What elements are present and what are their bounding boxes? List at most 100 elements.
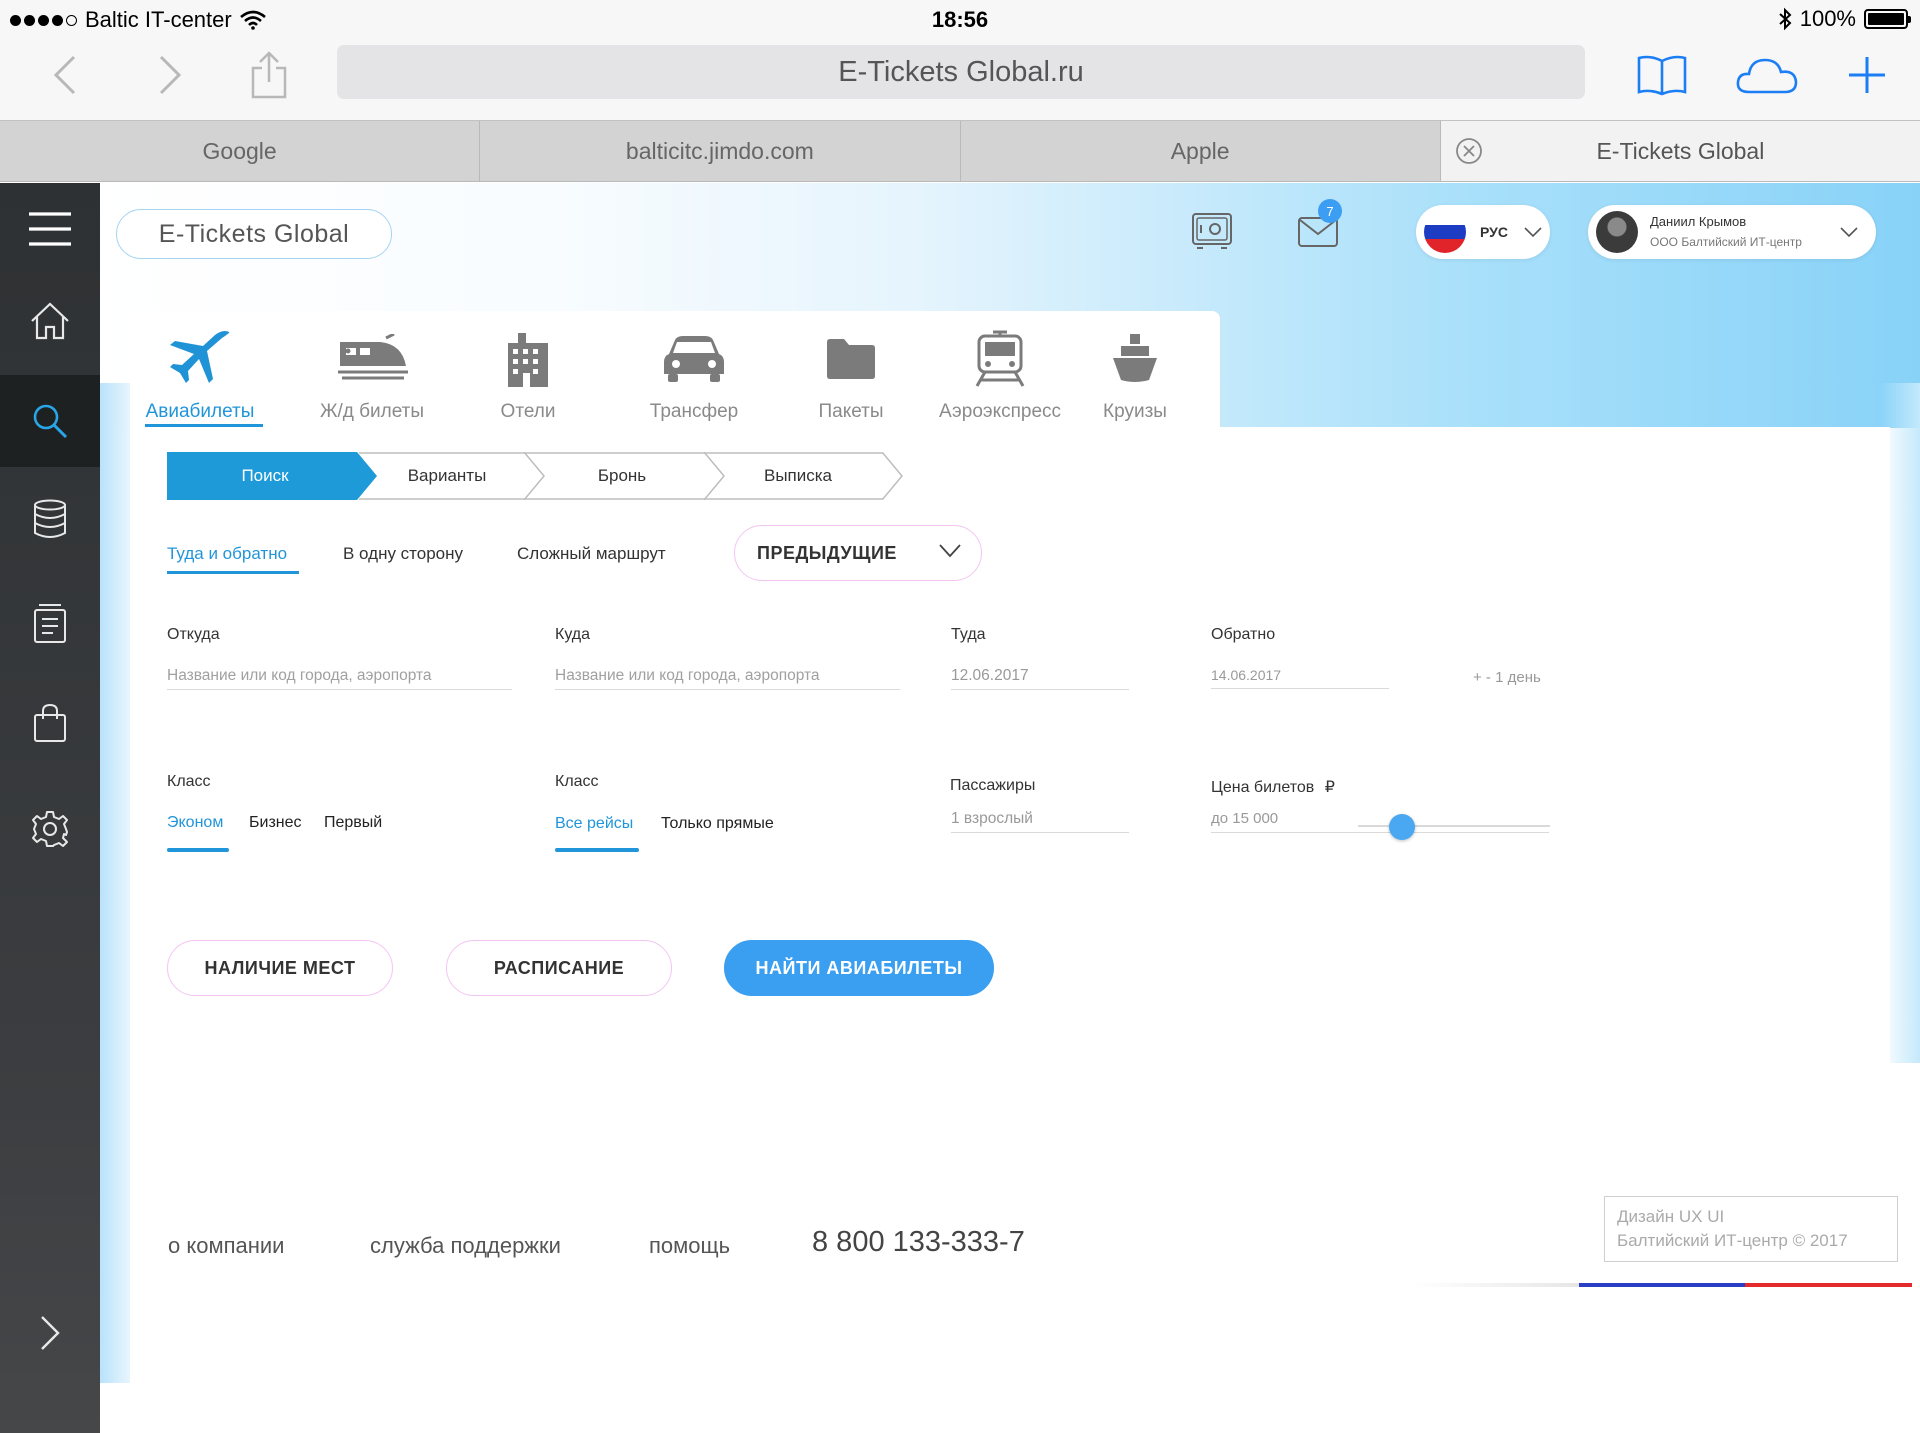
previous-searches-dropdown[interactable]: ПРЕДЫДУЩИЕ [734, 525, 982, 581]
shopping-bag-icon [34, 703, 66, 742]
price-slider-handle[interactable] [1389, 814, 1416, 840]
category-tabs: Авиабилеты Ж/д билеты Отели Трансфер Пак… [130, 311, 1220, 431]
trip-round[interactable]: Туда и обратно [167, 544, 287, 564]
menu-icon [29, 212, 71, 246]
messages-badge: 7 [1318, 199, 1342, 223]
wifi-icon [239, 10, 266, 30]
close-tab-icon[interactable] [1455, 137, 1483, 165]
footer-link-about[interactable]: о компании [168, 1233, 284, 1259]
tab-packages[interactable]: Пакеты [796, 311, 906, 431]
class-first[interactable]: Первый [324, 814, 382, 832]
schedule-button[interactable]: РАСПИСАНИЕ [446, 940, 672, 996]
new-tab-button[interactable] [1842, 40, 1892, 110]
price-slider-track[interactable] [1358, 825, 1550, 827]
availability-button[interactable]: НАЛИЧИЕ МЕСТ [167, 940, 393, 996]
carrier-name: Baltic IT-center [85, 7, 232, 32]
logo[interactable]: E-Tickets Global [116, 209, 392, 259]
flights-all[interactable]: Все рейсы [555, 815, 633, 833]
wallet-button[interactable] [1188, 207, 1236, 255]
user-organization: ООО Балтийский ИТ-центр [1650, 235, 1802, 249]
back-button[interactable] [40, 40, 90, 110]
flights-direct[interactable]: Только прямые [661, 815, 774, 833]
tab-aeroexpress[interactable]: Аэроэкспресс [930, 311, 1070, 431]
tab-hotels[interactable]: Отели [468, 311, 588, 431]
passengers-label: Пассажиры [950, 777, 1036, 794]
flex-days-toggle[interactable]: + - 1 день [1473, 669, 1541, 686]
depart-date-input[interactable] [951, 654, 1129, 690]
language-selector[interactable]: РУС [1416, 205, 1550, 259]
browser-tab[interactable]: Google [0, 121, 481, 181]
return-date-input[interactable] [1211, 653, 1389, 689]
class-business[interactable]: Бизнес [249, 814, 302, 832]
depart-label: Туда [951, 626, 986, 643]
browser-tabs: Google balticitc.jimdo.com Apple E-Ticke… [0, 120, 1920, 182]
tab-cruises[interactable]: Круизы [1090, 311, 1180, 431]
trip-one-way[interactable]: В одну сторону [343, 544, 463, 564]
from-label: Откуда [167, 626, 220, 643]
class-label: Класс [167, 773, 211, 790]
tab-avia[interactable]: Авиабилеты [130, 311, 270, 431]
documents-icon [34, 604, 66, 643]
sidebar-item-database[interactable] [0, 473, 100, 565]
icloud-tabs-button[interactable] [1734, 40, 1800, 110]
address-bar[interactable]: E-Tickets Global.ru [337, 45, 1585, 99]
sidebar-item-search[interactable] [0, 375, 100, 467]
chevron-down-icon [939, 544, 961, 558]
sidebar-item-settings[interactable] [0, 783, 100, 875]
footer-link-help[interactable]: помощь [649, 1233, 730, 1259]
russia-flag-icon [1424, 211, 1466, 253]
step-variants[interactable]: Варианты [363, 452, 531, 500]
from-input[interactable] [167, 654, 512, 690]
chevron-down-icon [1840, 227, 1858, 238]
forward-button[interactable] [145, 40, 195, 110]
hotel-icon [508, 333, 548, 387]
sidebar-item-orders[interactable] [0, 577, 100, 669]
train-icon [338, 334, 408, 380]
car-icon [664, 336, 724, 382]
language-code: РУС [1480, 224, 1508, 240]
signal-icon [10, 14, 77, 26]
browser-toolbar: E-Tickets Global.ru [0, 40, 1920, 120]
user-name: Даниил Крымов [1650, 214, 1747, 229]
sidebar-item-cart[interactable] [0, 677, 100, 769]
to-label: Куда [555, 626, 591, 643]
flights-indicator [555, 848, 639, 852]
aeroexpress-icon [975, 330, 1025, 387]
chevron-down-icon [1524, 226, 1542, 237]
ship-icon [1113, 334, 1157, 382]
database-icon [34, 499, 66, 538]
battery-icon [1864, 9, 1911, 29]
search-icon [33, 404, 68, 439]
messages-button[interactable]: 7 [1294, 199, 1342, 255]
step-search[interactable]: Поиск [167, 452, 363, 500]
home-icon [31, 302, 69, 340]
bookmarks-button[interactable] [1634, 40, 1690, 110]
url-text: E-Tickets Global.ru [838, 55, 1084, 88]
avatar [1596, 211, 1638, 253]
step-booking[interactable]: Бронь [533, 452, 711, 500]
browser-tab-active[interactable]: E-Tickets Global [1440, 121, 1920, 181]
share-button[interactable] [244, 40, 294, 110]
class-economy[interactable]: Эконом [167, 814, 223, 832]
tab-rail[interactable]: Ж/д билеты [292, 311, 452, 431]
app-sidebar [0, 183, 100, 1433]
menu-button[interactable] [0, 183, 100, 275]
book-icon [1637, 55, 1687, 96]
trip-complex[interactable]: Сложный маршрут [517, 544, 666, 564]
passengers-input[interactable] [951, 797, 1129, 833]
step-ticketing[interactable]: Выписка [713, 452, 883, 500]
gear-icon [32, 811, 68, 847]
tab-transfer[interactable]: Трансфер [624, 311, 764, 431]
trip-type-indicator [167, 571, 299, 574]
user-menu[interactable]: Даниил Крымов ООО Балтийский ИТ-центр [1588, 205, 1876, 259]
footer-phone[interactable]: 8 800 133-333-7 [812, 1226, 1025, 1259]
sidebar-item-home[interactable] [0, 275, 100, 367]
footer-link-support[interactable]: служба поддержки [370, 1233, 561, 1259]
price-input[interactable] [1211, 797, 1549, 833]
browser-tab[interactable]: balticitc.jimdo.com [480, 121, 961, 181]
browser-tab[interactable]: Apple [961, 121, 1441, 181]
to-input[interactable] [555, 654, 900, 690]
search-flights-button[interactable]: НАЙТИ АВИАБИЛЕТЫ [724, 940, 994, 996]
ruble-icon: ₽ [1324, 779, 1335, 796]
expand-sidebar-button[interactable] [0, 1287, 100, 1379]
